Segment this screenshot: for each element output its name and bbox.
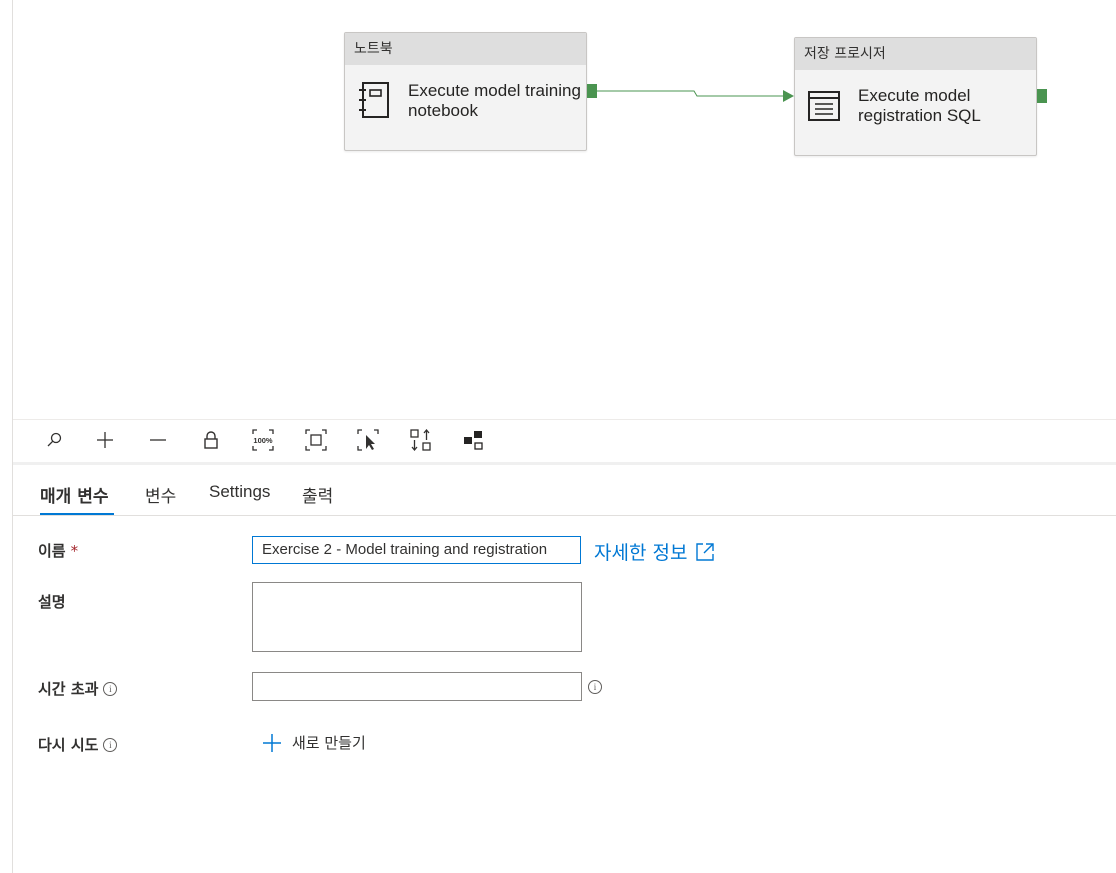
lock-icon bbox=[204, 431, 218, 449]
activity-category: 노트북 bbox=[345, 33, 586, 65]
learn-more-link[interactable]: 자세한 정보 bbox=[594, 538, 715, 565]
activity-title-line: registration SQL bbox=[858, 106, 981, 125]
retry-label: 다시 시도 i bbox=[38, 734, 118, 755]
learn-more-text: 자세한 정보 bbox=[594, 542, 688, 564]
auto-align-button[interactable] bbox=[407, 426, 435, 454]
zoom-in-icon bbox=[97, 432, 113, 448]
plus-icon bbox=[263, 733, 281, 752]
info-icon[interactable]: i bbox=[103, 681, 118, 696]
required-mark: * bbox=[70, 541, 79, 560]
stored-procedure-activity[interactable]: 저장 프로시저 Execute model registration SQL bbox=[794, 37, 1037, 156]
new-retry-button[interactable]: 새로 만들기 bbox=[262, 732, 366, 753]
timeout-info-icon[interactable]: i bbox=[588, 680, 602, 694]
active-tab-indicator bbox=[40, 513, 114, 515]
description-label: 설명 bbox=[38, 591, 66, 612]
activity-category: 저장 프로시저 bbox=[795, 38, 1036, 70]
activity-title-line: Execute model training bbox=[408, 81, 581, 100]
timeout-input[interactable] bbox=[252, 672, 582, 701]
info-icon[interactable]: i bbox=[103, 737, 118, 752]
retry-label-text: 다시 시도 bbox=[38, 736, 99, 754]
fit-to-window-button[interactable] bbox=[302, 426, 330, 454]
toolbar-divider bbox=[13, 462, 1116, 465]
zoom-100-button[interactable]: 100% bbox=[249, 426, 277, 454]
tab-parameters[interactable]: 매개 변수 bbox=[40, 482, 108, 507]
select-icon bbox=[357, 429, 379, 451]
description-label-text: 설명 bbox=[38, 593, 66, 611]
notebook-icon bbox=[359, 82, 389, 118]
activity-title: Execute model training notebook bbox=[408, 81, 581, 121]
layout-icon bbox=[464, 431, 483, 450]
zoom-100-label: 100% bbox=[253, 436, 273, 445]
auto-align-icon bbox=[410, 429, 431, 451]
name-label-text: 이름 bbox=[38, 542, 66, 560]
tab-output[interactable]: 출력 bbox=[302, 482, 333, 507]
new-button-label: 새로 만들기 bbox=[292, 734, 366, 752]
description-textarea[interactable] bbox=[252, 582, 582, 652]
zoom-in-button[interactable] bbox=[91, 426, 119, 454]
canvas-toolbar: 100% bbox=[13, 420, 1116, 462]
search-button[interactable] bbox=[40, 426, 68, 454]
search-icon bbox=[47, 432, 62, 447]
success-output-port[interactable] bbox=[587, 84, 597, 98]
name-input[interactable]: Exercise 2 - Model training and registra… bbox=[252, 536, 581, 564]
tab-variables[interactable]: 변수 bbox=[145, 482, 176, 507]
stored-procedure-icon bbox=[808, 91, 840, 121]
activity-title-line: notebook bbox=[408, 101, 478, 120]
zoom-100-icon: 100% bbox=[252, 429, 274, 451]
timeout-label: 시간 초과 i bbox=[38, 678, 118, 699]
success-output-port[interactable] bbox=[1037, 89, 1047, 103]
external-link-icon bbox=[696, 542, 715, 561]
tab-settings[interactable]: Settings bbox=[209, 482, 270, 502]
zoom-out-icon bbox=[150, 439, 166, 441]
zoom-out-button[interactable] bbox=[144, 426, 172, 454]
activity-title: Execute model registration SQL bbox=[858, 86, 981, 126]
name-label: 이름 * bbox=[38, 540, 78, 561]
timeout-label-text: 시간 초과 bbox=[38, 680, 99, 698]
fit-to-window-icon bbox=[305, 429, 327, 451]
properties-tabs: 매개 변수 변수 Settings 출력 bbox=[13, 470, 1116, 516]
pipeline-canvas[interactable]: 노트북 Execute model training notebook 저장 프… bbox=[13, 0, 1116, 419]
select-button[interactable] bbox=[354, 426, 382, 454]
notebook-activity[interactable]: 노트북 Execute model training notebook bbox=[344, 32, 587, 151]
lock-button[interactable] bbox=[197, 426, 225, 454]
activity-title-line: Execute model bbox=[858, 86, 971, 105]
layout-button[interactable] bbox=[459, 426, 487, 454]
